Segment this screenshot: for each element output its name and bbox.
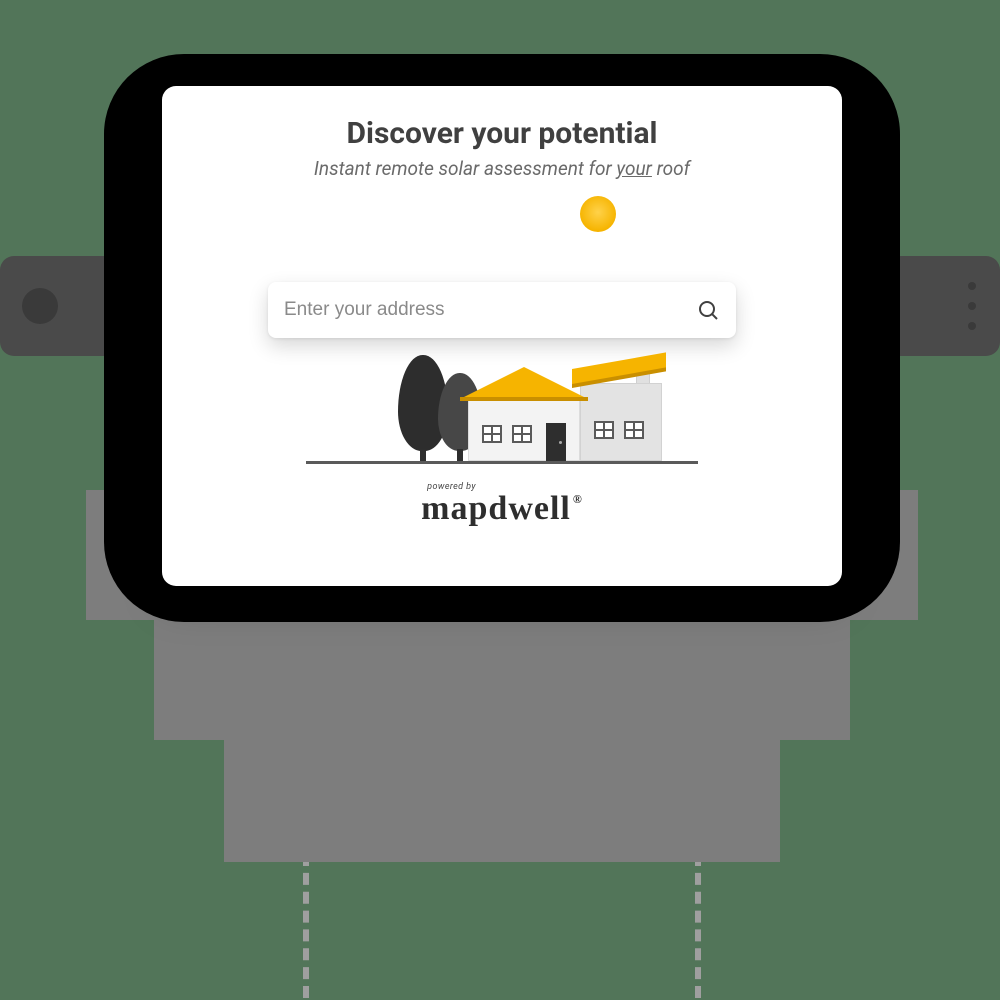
house-illustration: [306, 340, 698, 464]
subtitle-pre: Instant remote solar assessment for: [314, 157, 617, 180]
assessment-card: Discover your potential Instant remote s…: [162, 86, 842, 586]
brand-name: mapdwell: [421, 490, 571, 528]
address-searchbar[interactable]: [268, 282, 736, 338]
address-input[interactable]: [284, 299, 696, 321]
powered-by-block: powered by mapdwell®: [421, 482, 583, 528]
house-icon: [468, 385, 662, 461]
illustration-scene: [196, 194, 808, 464]
stack-slab-3: [224, 732, 780, 862]
registered-mark: ®: [573, 492, 583, 507]
placeholder-slot: [303, 854, 701, 998]
card-title: Discover your potential: [196, 116, 808, 151]
brand-logo: mapdwell®: [421, 490, 583, 528]
card-subtitle: Instant remote solar assessment for your…: [196, 157, 808, 180]
stack-slab-2: [154, 610, 850, 740]
sun-icon: [580, 196, 616, 232]
search-icon[interactable]: [696, 298, 720, 322]
subtitle-emphasis: your: [616, 157, 652, 180]
device-menu-dots-icon: [968, 282, 978, 330]
subtitle-post: roof: [652, 157, 690, 180]
